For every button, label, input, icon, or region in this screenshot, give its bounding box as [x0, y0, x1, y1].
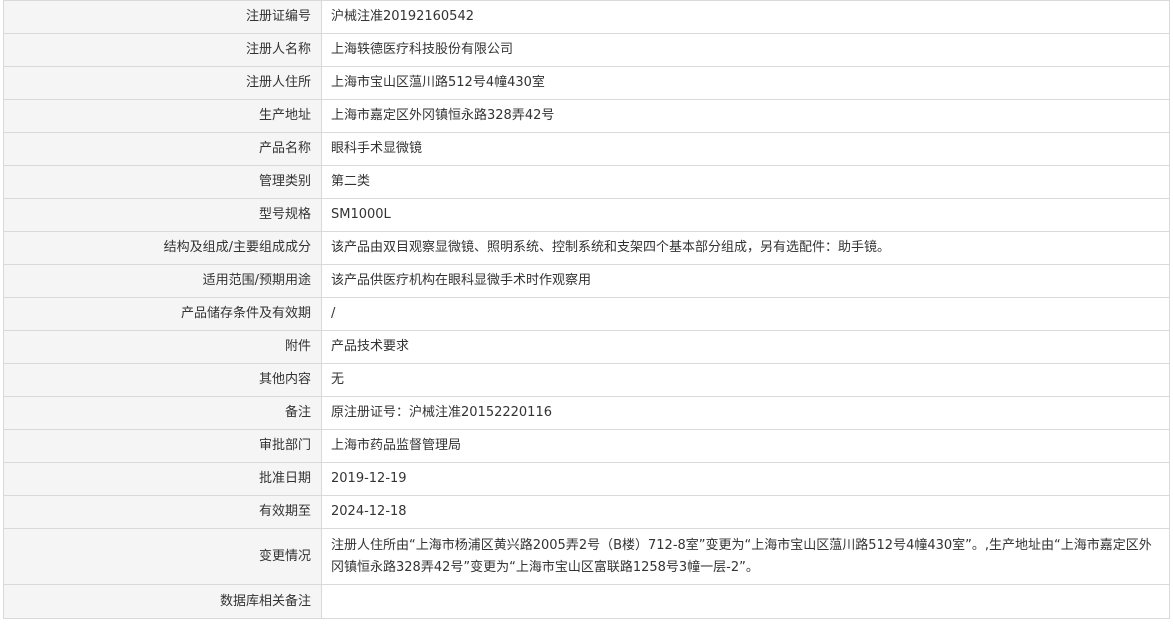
row-label: 结构及组成/主要组成成分 [3, 231, 322, 265]
row-label: 产品储存条件及有效期 [3, 297, 322, 331]
row-value [321, 584, 1170, 619]
table-row-structure-composition: 结构及组成/主要组成成分 该产品由双目观察显微镜、照明系统、控制系统和支架四个基… [3, 231, 1170, 265]
row-label: 注册人住所 [3, 66, 322, 100]
table-row-storage-validity: 产品储存条件及有效期 / [3, 297, 1170, 331]
row-label: 注册人名称 [3, 33, 322, 67]
row-value: 沪械注准20192160542 [321, 0, 1170, 34]
table-row-database-notes: 数据库相关备注 [3, 584, 1170, 619]
row-label: 管理类别 [3, 165, 322, 199]
table-row-approval-department: 审批部门 上海市药品监督管理局 [3, 429, 1170, 463]
row-value: 产品技术要求 [321, 330, 1170, 364]
table-row-registrant-address: 注册人住所 上海市宝山区蕰川路512号4幢430室 [3, 66, 1170, 100]
table-row-other-content: 其他内容 无 [3, 363, 1170, 397]
table-row-change-history: 变更情况 注册人住所由“上海市杨浦区黄兴路2005弄2号（B楼）712-8室”变… [3, 528, 1170, 585]
table-row-approval-date: 批准日期 2019-12-19 [3, 462, 1170, 496]
row-label: 附件 [3, 330, 322, 364]
row-value: 上海市宝山区蕰川路512号4幢430室 [321, 66, 1170, 100]
row-label: 有效期至 [3, 495, 322, 529]
row-value: 上海轶德医疗科技股份有限公司 [321, 33, 1170, 67]
row-label: 适用范围/预期用途 [3, 264, 322, 298]
row-label: 注册证编号 [3, 0, 322, 34]
row-value: 2024-12-18 [321, 495, 1170, 529]
row-value: 第二类 [321, 165, 1170, 199]
table-row-intended-use: 适用范围/预期用途 该产品供医疗机构在眼科显微手术时作观察用 [3, 264, 1170, 298]
table-row-registrant-name: 注册人名称 上海轶德医疗科技股份有限公司 [3, 33, 1170, 67]
table-row-product-name: 产品名称 眼科手术显微镜 [3, 132, 1170, 166]
table-row-management-class: 管理类别 第二类 [3, 165, 1170, 199]
row-value: 该产品供医疗机构在眼科显微手术时作观察用 [321, 264, 1170, 298]
row-label: 产品名称 [3, 132, 322, 166]
row-label: 批准日期 [3, 462, 322, 496]
row-label: 备注 [3, 396, 322, 430]
row-value: 无 [321, 363, 1170, 397]
row-label: 审批部门 [3, 429, 322, 463]
registration-detail-table: 注册证编号 沪械注准20192160542 注册人名称 上海轶德医疗科技股份有限… [3, 0, 1170, 619]
table-row-attachment: 附件 产品技术要求 [3, 330, 1170, 364]
row-label: 变更情况 [3, 528, 322, 585]
row-value: 注册人住所由“上海市杨浦区黄兴路2005弄2号（B楼）712-8室”变更为“上海… [321, 528, 1170, 585]
row-value: 上海市嘉定区外冈镇恒永路328弄42号 [321, 99, 1170, 133]
row-label: 其他内容 [3, 363, 322, 397]
row-value: 该产品由双目观察显微镜、照明系统、控制系统和支架四个基本部分组成，另有选配件：助… [321, 231, 1170, 265]
row-label: 型号规格 [3, 198, 322, 232]
table-row-registration-number: 注册证编号 沪械注准20192160542 [3, 0, 1170, 34]
row-value: 上海市药品监督管理局 [321, 429, 1170, 463]
table-row-production-address: 生产地址 上海市嘉定区外冈镇恒永路328弄42号 [3, 99, 1170, 133]
table-row-remarks: 备注 原注册证号：沪械注准20152220116 [3, 396, 1170, 430]
row-label: 数据库相关备注 [3, 584, 322, 619]
row-value: 2019-12-19 [321, 462, 1170, 496]
row-label: 生产地址 [3, 99, 322, 133]
row-value: / [321, 297, 1170, 331]
table-row-model-spec: 型号规格 SM1000L [3, 198, 1170, 232]
row-value: SM1000L [321, 198, 1170, 232]
table-row-valid-until: 有效期至 2024-12-18 [3, 495, 1170, 529]
row-value: 眼科手术显微镜 [321, 132, 1170, 166]
row-value: 原注册证号：沪械注准20152220116 [321, 396, 1170, 430]
